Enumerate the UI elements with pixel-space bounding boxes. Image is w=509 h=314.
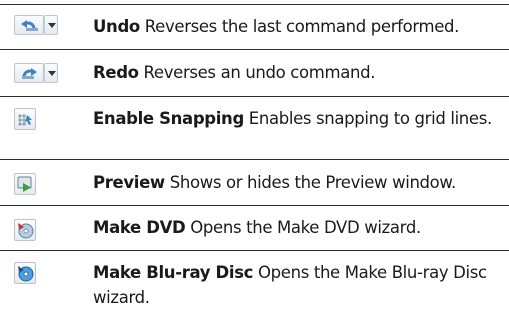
make-bluray-description: Make Blu-ray Disc Opens the Make Blu-ray… xyxy=(93,260,503,310)
snapping-title: Enable Snapping xyxy=(93,109,244,128)
redo-dropdown-button[interactable] xyxy=(44,63,58,83)
undo-arrow-icon xyxy=(21,20,38,31)
preview-button-face xyxy=(14,173,36,195)
preview-button[interactable] xyxy=(14,173,36,195)
make-bluray-button-face xyxy=(14,262,36,284)
snapping-text: Enables snapping to grid lines. xyxy=(243,109,492,128)
make-dvd-text: Opens the Make DVD wizard. xyxy=(185,218,421,237)
make-dvd-button[interactable] xyxy=(14,219,36,241)
preview-description: Preview Shows or hides the Preview windo… xyxy=(93,170,503,195)
undo-description: Undo Reverses the last command performed… xyxy=(93,14,503,39)
undo-button[interactable] xyxy=(14,15,44,35)
snapping-button-face xyxy=(14,108,36,130)
snap-grid-icon xyxy=(18,114,32,126)
snapping-button[interactable] xyxy=(14,108,36,130)
preview-text: Shows or hides the Preview window. xyxy=(164,173,457,192)
redo-button[interactable] xyxy=(14,63,44,83)
undo-title: Undo xyxy=(93,17,140,36)
undo-text: Reverses the last command performed. xyxy=(139,17,460,36)
make-dvd-description: Make DVD Opens the Make DVD wizard. xyxy=(93,215,503,240)
undo-split-button[interactable] xyxy=(14,15,60,37)
redo-text: Reverses an undo command. xyxy=(138,63,376,82)
make-dvd-button-face xyxy=(14,219,36,241)
snapping-description: Enable Snapping Enables snapping to grid… xyxy=(93,106,503,131)
table-row-snapping: Enable Snapping Enables snapping to grid… xyxy=(0,97,509,159)
preview-title: Preview xyxy=(93,173,165,192)
redo-title: Redo xyxy=(93,63,139,82)
make-bluray-button[interactable] xyxy=(14,262,36,284)
chevron-down-icon xyxy=(48,71,56,76)
table-row-make-dvd: Make DVD Opens the Make DVD wizard. xyxy=(0,206,509,250)
bluray-disc-icon xyxy=(18,266,34,282)
redo-arrow-icon xyxy=(22,68,37,79)
table-row-redo: Redo Reverses an undo command. xyxy=(0,50,509,96)
undo-dropdown-button[interactable] xyxy=(44,15,58,35)
table-row-preview: Preview Shows or hides the Preview windo… xyxy=(0,160,509,205)
make-bluray-title: Make Blu-ray Disc xyxy=(93,263,254,282)
chevron-down-icon xyxy=(48,23,56,28)
preview-play-icon xyxy=(17,176,32,192)
dvd-disc-icon xyxy=(18,223,34,239)
redo-description: Redo Reverses an undo command. xyxy=(93,60,503,85)
make-dvd-title: Make DVD xyxy=(93,218,186,237)
redo-split-button[interactable] xyxy=(14,63,60,85)
toolbar-reference-table: Undo Reverses the last command performed… xyxy=(0,0,509,314)
table-row-make-bluray: Make Blu-ray Disc Opens the Make Blu-ray… xyxy=(0,251,509,313)
table-row-undo: Undo Reverses the last command performed… xyxy=(0,5,509,49)
